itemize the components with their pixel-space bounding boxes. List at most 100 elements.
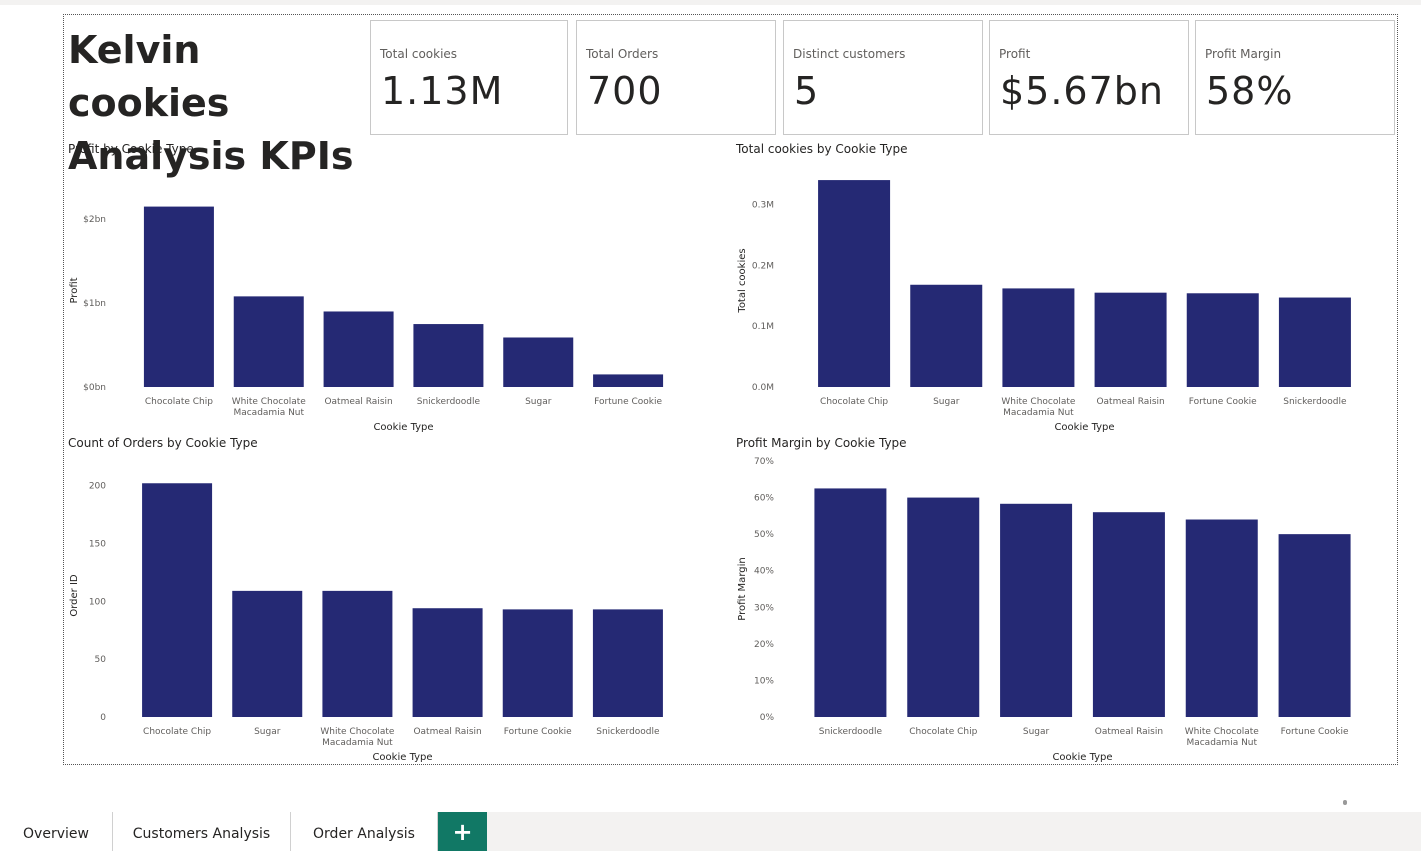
bar — [1092, 512, 1165, 717]
kpi-card-profit-margin[interactable]: Profit Margin 58% — [1195, 20, 1395, 135]
x-tick-label: Sugar — [1023, 727, 1050, 737]
chart-plot: 0 50 100 150 200 Order ID Chocolate Chip Sugar W… — [69, 482, 663, 763]
kpi-card-total-orders[interactable]: Total Orders 700 — [576, 20, 776, 135]
x-tick-label: Oatmeal Raisin — [1095, 727, 1163, 737]
x-tick-label: Fortune Cookie — [1189, 397, 1257, 407]
x-tick-label: Sugar — [525, 397, 552, 407]
chart-count-of-orders-by-cookie-type[interactable]: Count of Orders by Cookie Type 0 50 100 150… — [68, 436, 688, 763]
x-tick-label: Snickerdoodle — [417, 397, 481, 407]
x-tick-label: Macadamia Nut — [322, 738, 393, 748]
x-tick-label: Oatmeal Raisin — [324, 397, 392, 407]
bar — [814, 488, 887, 717]
bar — [322, 590, 393, 717]
bar — [412, 608, 483, 717]
x-axis-label: Cookie Type — [373, 422, 433, 433]
y-axis-label: Total cookies — [737, 248, 748, 313]
y-tick-label: 0.3M — [752, 200, 774, 210]
bar — [818, 180, 891, 387]
x-tick-label: Macadamia Nut — [233, 408, 304, 418]
bar — [1000, 503, 1073, 717]
y-tick-label: 40% — [754, 567, 774, 577]
kpi-card-profit[interactable]: Profit $5.67bn — [989, 20, 1189, 135]
tab-overview[interactable]: Overview — [0, 812, 113, 851]
x-tick-label: Macadamia Nut — [1003, 408, 1074, 418]
x-tick-label: White Chocolate — [320, 727, 395, 737]
bar — [503, 337, 574, 387]
y-tick-label: $1bn — [83, 299, 106, 309]
x-tick-label: Chocolate Chip — [909, 727, 977, 737]
bar — [1186, 293, 1259, 387]
x-tick-label: Sugar — [254, 727, 281, 737]
x-tick-label: Sugar — [933, 397, 960, 407]
bar — [502, 609, 573, 717]
y-tick-label: 0.2M — [752, 261, 774, 271]
bar — [233, 296, 304, 387]
x-tick-label: Fortune Cookie — [594, 397, 662, 407]
kpi-label: Distinct customers — [793, 47, 906, 61]
chart-plot: 0.0M 0.1M 0.2M 0.3M Total cookies Chocolate C… — [737, 180, 1351, 433]
page-tab-bar: Overview Customers Analysis Order Analys… — [0, 812, 1421, 851]
kpi-label: Profit Margin — [1205, 47, 1282, 61]
x-tick-label: Snickerdoodle — [819, 727, 883, 737]
y-axis-label: Order ID — [69, 574, 80, 617]
bar — [232, 590, 303, 717]
y-tick-label: $2bn — [83, 215, 106, 225]
y-tick-label: 20% — [754, 640, 774, 650]
x-tick-label: Fortune Cookie — [504, 727, 572, 737]
y-tick-label: 100 — [89, 597, 106, 607]
y-axis-label: Profit — [69, 277, 80, 303]
x-tick-label: White Chocolate — [232, 397, 307, 407]
x-tick-label: Chocolate Chip — [145, 397, 213, 407]
add-page-button[interactable]: + — [438, 812, 487, 851]
chart-plot: 0% 10% 20% 30% 40% 50% 60% 70% Profit Margin Snic… — [737, 457, 1351, 763]
bar — [910, 284, 983, 387]
y-tick-label: 30% — [754, 603, 774, 613]
bar — [1278, 297, 1351, 387]
x-tick-label: Chocolate Chip — [820, 397, 888, 407]
chart-profit-margin-by-cookie-type[interactable]: Profit Margin by Cookie Type 0% 10% 20% 30%… — [736, 436, 1376, 763]
y-axis-label: Profit Margin — [737, 557, 748, 620]
tab-order-analysis[interactable]: Order Analysis — [291, 812, 438, 851]
x-axis-label: Cookie Type — [372, 752, 432, 763]
kpi-card-total-cookies[interactable]: Total cookies 1.13M — [370, 20, 568, 135]
y-tick-label: 0.1M — [752, 322, 774, 332]
bar — [323, 311, 394, 387]
tab-customers-analysis[interactable]: Customers Analysis — [113, 812, 291, 851]
kpi-value: 58% — [1206, 69, 1294, 113]
y-tick-label: 0 — [100, 713, 106, 723]
x-tick-label: Macadamia Nut — [1186, 738, 1257, 748]
y-tick-label: 50% — [754, 530, 774, 540]
kpi-value: 700 — [587, 69, 663, 113]
y-tick-label: 200 — [89, 482, 106, 492]
y-tick-label: 50 — [95, 655, 107, 665]
chart-profit-by-cookie-type[interactable]: Profit by Cookie Type $0bn $1bn $2bn Profit… — [68, 142, 688, 433]
kpi-label: Total Orders — [586, 47, 659, 61]
bar — [592, 609, 663, 717]
y-tick-label: 70% — [754, 457, 774, 467]
bar — [1002, 288, 1075, 387]
kpi-label: Total cookies — [380, 47, 458, 61]
bar — [1094, 292, 1167, 387]
kpi-value: 5 — [794, 69, 820, 113]
x-axis-label: Cookie Type — [1054, 422, 1114, 433]
y-tick-label: 150 — [89, 539, 106, 549]
chart-plot: $0bn $1bn $2bn Profit Chocolate Chip White Ch… — [69, 206, 664, 433]
x-tick-label: Chocolate Chip — [143, 727, 211, 737]
y-tick-label: 60% — [754, 494, 774, 504]
scroll-indicator — [1343, 800, 1347, 805]
top-edge — [0, 0, 1421, 5]
y-tick-label: 0.0M — [752, 383, 774, 393]
x-tick-label: Snickerdoodle — [1283, 397, 1347, 407]
bar — [142, 483, 213, 717]
bar — [593, 374, 664, 387]
x-axis-label: Cookie Type — [1052, 752, 1112, 763]
x-tick-label: Oatmeal Raisin — [413, 727, 481, 737]
y-tick-label: $0bn — [83, 383, 106, 393]
x-tick-label: Snickerdoodle — [596, 727, 660, 737]
bar — [413, 324, 484, 387]
kpi-card-distinct-customers[interactable]: Distinct customers 5 — [783, 20, 983, 135]
bar — [907, 497, 980, 717]
x-tick-label: Fortune Cookie — [1281, 727, 1349, 737]
chart-total-cookies-by-cookie-type[interactable]: Total cookies by Cookie Type 0.0M 0.1M 0.2… — [736, 142, 1376, 433]
y-tick-label: 0% — [760, 713, 775, 723]
